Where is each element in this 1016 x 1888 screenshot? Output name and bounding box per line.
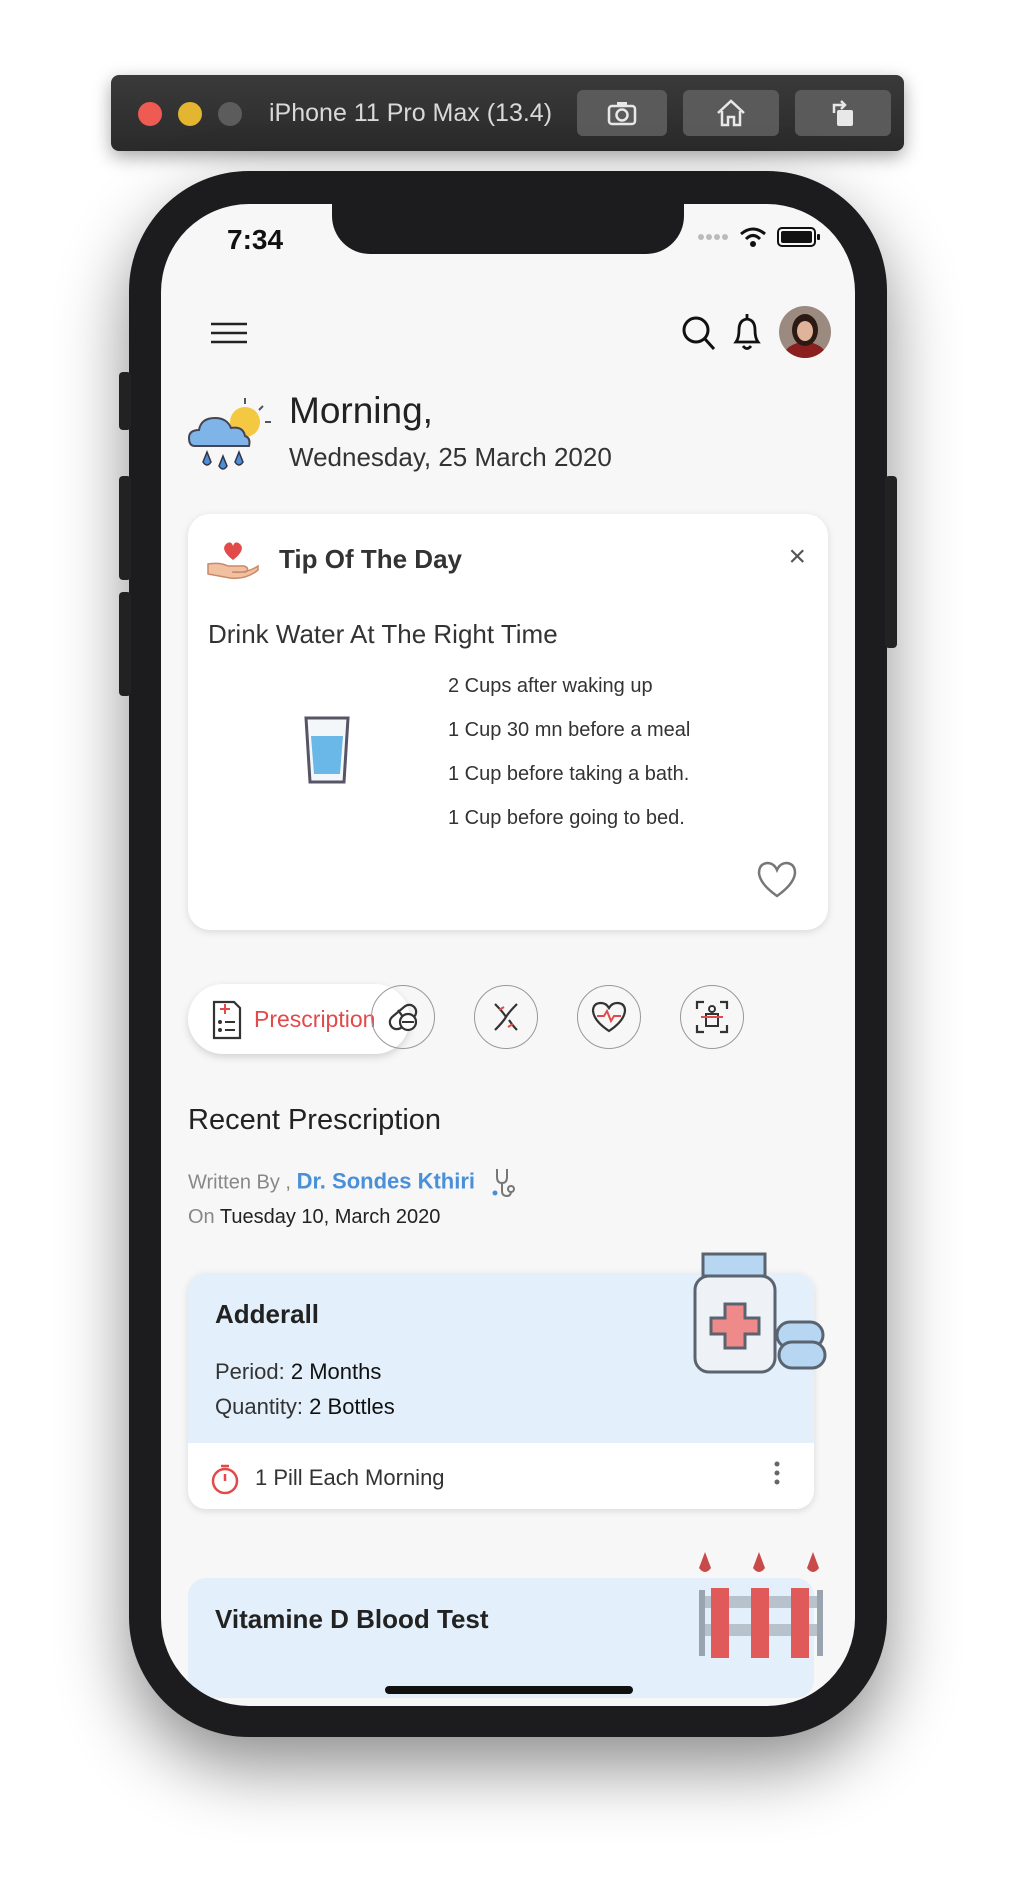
on-prefix: On	[188, 1206, 215, 1228]
zoom-window-button[interactable]	[218, 102, 242, 126]
doctor-name-link[interactable]: Dr. Sondes Kthiri	[297, 1168, 475, 1193]
section-title: Recent Prescription	[188, 1104, 442, 1136]
written-by-line: Written By , Dr. Sondes Kthiri	[188, 1167, 517, 1199]
app-screen: 7:34 Morning, Wednesday, 25 March 2020 T…	[161, 204, 855, 1706]
close-window-button[interactable]	[138, 102, 162, 126]
camera-icon	[607, 102, 637, 126]
heart-pulse-icon	[591, 1001, 627, 1033]
search-button[interactable]	[681, 314, 717, 352]
close-button[interactable]: ×	[788, 542, 806, 572]
tip-list: 2 Cups after waking up 1 Cup 30 mn befor…	[448, 674, 690, 850]
home-button[interactable]	[683, 90, 779, 136]
category-scan-button[interactable]	[680, 985, 744, 1049]
wifi-icon	[740, 227, 766, 247]
signal-icon	[698, 234, 728, 240]
tip-item: 1 Cup before going to bed.	[448, 807, 685, 829]
search-icon	[682, 316, 716, 351]
medicine-bottle-icon	[693, 1252, 827, 1374]
simulator-title-bar: iPhone 11 Pro Max (13.4)	[111, 75, 904, 151]
user-avatar	[779, 306, 831, 358]
volume-up-button	[119, 476, 131, 580]
category-genetics-button[interactable]	[474, 985, 538, 1049]
battery-icon	[777, 227, 820, 247]
written-by-prefix: Written By ,	[188, 1171, 291, 1194]
tip-of-the-day-card: Tip Of The Day × Drink Water At The Righ…	[188, 514, 828, 930]
category-cardio-button[interactable]	[577, 985, 641, 1049]
rotate-button[interactable]	[795, 90, 891, 136]
simulator-title: iPhone 11 Pro Max (13.4)	[269, 99, 553, 127]
tip-item: 2 Cups after waking up	[448, 675, 653, 697]
rain-sun-icon	[187, 398, 271, 470]
mute-switch	[119, 372, 131, 430]
home-icon	[717, 99, 745, 127]
minimize-window-button[interactable]	[178, 102, 202, 126]
dna-icon	[494, 1003, 518, 1031]
favorite-heart-icon[interactable]	[756, 860, 798, 900]
medication-dosage: 1 Pill Each Morning	[255, 1465, 445, 1490]
tip-title: Tip Of The Day	[279, 544, 462, 574]
notch	[332, 204, 684, 254]
tip-item: 1 Cup before taking a bath.	[448, 763, 690, 785]
power-button	[885, 476, 897, 648]
tip-item: 1 Cup 30 mn before a meal	[448, 719, 691, 741]
body-scan-icon	[695, 1000, 729, 1034]
home-indicator[interactable]	[385, 1686, 633, 1694]
screenshot-button[interactable]	[577, 90, 667, 136]
hamburger-icon	[211, 322, 247, 344]
pill-icon	[388, 1003, 418, 1032]
medication-name: Adderall	[215, 1299, 320, 1329]
status-icons	[697, 226, 821, 248]
prescription-date-line: On Tuesday 10, March 2020	[188, 1206, 440, 1229]
category-pills-button[interactable]	[371, 985, 435, 1049]
rotate-icon	[832, 100, 853, 126]
medication-quantity: Quantity: 2 Bottles	[215, 1394, 395, 1419]
greeting-title: Morning,	[289, 390, 433, 431]
heart-hand-icon	[207, 542, 259, 580]
greeting-date: Wednesday, 25 March 2020	[289, 442, 612, 472]
medication-period: Period: 2 Months	[215, 1359, 382, 1384]
category-active-label: Prescription	[254, 1005, 376, 1032]
status-time: 7:34	[227, 224, 284, 255]
notification-button[interactable]	[731, 312, 763, 352]
bell-icon	[733, 314, 761, 350]
test-name: Vitamine D Blood Test	[215, 1604, 489, 1634]
more-options-icon[interactable]	[774, 1461, 780, 1485]
water-glass-icon	[304, 716, 350, 784]
timer-icon	[211, 1464, 239, 1495]
weather-widget	[187, 394, 273, 478]
tip-subtitle: Drink Water At The Right Time	[208, 619, 558, 649]
stethoscope-icon	[492, 1169, 515, 1198]
blood-tubes-icon	[699, 1552, 823, 1658]
prescription-icon	[212, 1000, 242, 1040]
volume-down-button	[119, 592, 131, 696]
prescription-date: Tuesday 10, March 2020	[219, 1206, 441, 1228]
menu-button[interactable]	[211, 321, 247, 345]
avatar[interactable]	[779, 306, 831, 358]
